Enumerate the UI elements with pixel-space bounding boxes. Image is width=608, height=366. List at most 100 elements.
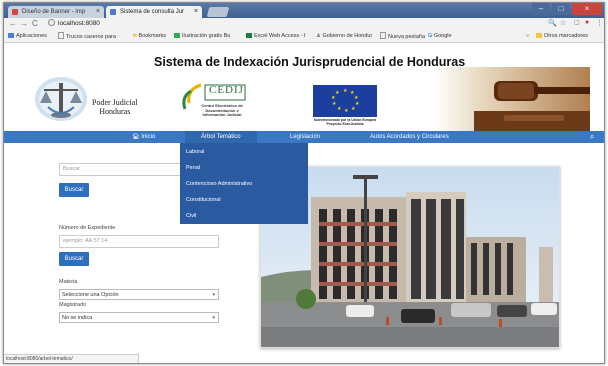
tab-banner[interactable]: Diseño de Banner - imp × (8, 6, 104, 18)
pj-line1: Poder Judicial (92, 98, 138, 107)
excel-icon (246, 33, 252, 38)
bookmarks-bar: Aplicaciones Trucos caseros para ★ Bookm… (4, 31, 604, 43)
address-bar: ← → C localhost:8080 🔍 ☆ ▢ ● ⋮ (4, 18, 604, 32)
chevron-down-icon: ▾ (212, 292, 215, 298)
back-icon[interactable]: ← (9, 19, 17, 28)
bookmark-apps[interactable]: Aplicaciones (8, 32, 47, 41)
gavel-image (434, 67, 590, 131)
materia-value: Seleccione una Opción (62, 292, 119, 298)
close-icon[interactable]: × (96, 6, 100, 18)
bookmark-label: Nueva pestaña (388, 34, 425, 40)
cast-icon[interactable]: ▢ (574, 19, 580, 26)
bookmark-label: Aplicaciones (16, 33, 47, 39)
url-field[interactable]: localhost:8080 (48, 19, 478, 29)
browser-window: Diseño de Banner - imp × Sistema de cons… (3, 2, 605, 364)
folder-icon (536, 33, 542, 38)
site-header: Sistema de Indexación Jurisprudencial de… (4, 43, 604, 131)
menu-icon[interactable]: ⋮ (596, 19, 603, 27)
svg-text:★: ★ (335, 90, 340, 96)
nav-label: Autos Acordados y Circulares (370, 134, 449, 140)
bookmark-excel[interactable]: Excel Web Access - I (246, 32, 306, 41)
pj-text: Poder Judicial Honduras (92, 98, 138, 116)
maximize-button[interactable]: □ (552, 3, 570, 15)
gmail-favicon-icon (12, 9, 18, 15)
zoom-icon[interactable]: 🔍 (548, 19, 557, 27)
bookmark-gobierno[interactable]: ♟ Gobierno de Hondur (316, 32, 372, 41)
search-button[interactable]: Buscar (59, 183, 89, 197)
page-favicon-icon (110, 9, 116, 15)
expediente-input[interactable]: ejemplo: AA 57 14 (59, 235, 219, 248)
expediente-label: Número de Expediente (59, 225, 116, 231)
dropdown-item-laboral[interactable]: Laboral (186, 149, 204, 155)
more-bookmarks-icon[interactable]: » (526, 32, 529, 41)
nav-inicio[interactable]: 🏠︎ Inicio (132, 131, 155, 143)
materia-label: Materia (59, 279, 78, 285)
star-icon[interactable]: ☆ (560, 19, 566, 27)
materia-select[interactable]: Seleccione una Opción ▾ (59, 289, 219, 300)
nav-autos-acordados[interactable]: Autos Acordados y Circulares (370, 131, 449, 143)
bookmark-label: Excel Web Access - I (254, 33, 306, 39)
magistrado-select[interactable]: No se indica ▾ (59, 312, 219, 323)
nav-label: Árbol Temático (201, 134, 241, 140)
dropdown-item-constitucional[interactable]: Constitucional (186, 197, 221, 203)
new-tab-button[interactable] (206, 7, 230, 17)
search-icon[interactable]: ⌕ (590, 131, 594, 143)
page-title: Sistema de Indexación Jurisprudencial de… (154, 55, 466, 69)
pj-line2: Honduras (99, 107, 131, 116)
bookmark-label: Google (433, 33, 452, 39)
home-icon: 🏠︎ (132, 134, 140, 140)
bookmark-label: Gobierno de Hondur (322, 33, 373, 39)
apps-icon (8, 33, 14, 38)
star-icon: ★ (132, 33, 137, 39)
chevron-down-icon: ▾ (212, 315, 215, 321)
url-text: localhost:8080 (58, 20, 100, 27)
magistrado-label: Magistrado (59, 302, 87, 308)
minimize-button[interactable]: – (532, 3, 550, 15)
svg-text:★: ★ (344, 108, 349, 114)
cedij-name: CEDIJ (209, 84, 244, 96)
bookmark-label: Trucos caseros para (66, 34, 116, 40)
bookmark-ilustracion[interactable]: Ilustración gratis Bu (174, 32, 230, 41)
flag-icon: ♟ (316, 33, 321, 39)
nav-arbol-tematico[interactable]: Árbol Temático (185, 131, 257, 143)
cedij-subtitle: Centro Electrónico de Documentación e In… (187, 103, 257, 118)
svg-text:★: ★ (355, 101, 360, 107)
bookmark-google[interactable]: G Google (428, 32, 452, 41)
dropdown-item-civil[interactable]: Civil (186, 213, 196, 219)
arbol-tematico-dropdown: Laboral Penal Contencioso Administrativo… (180, 143, 308, 224)
eu-line2: Proyecto EuroJusticia (326, 122, 364, 126)
dropdown-item-contencioso[interactable]: Contencioso Administrativo (186, 181, 252, 187)
main-nav: 🏠︎ Inicio Árbol Temático Legislación Aut… (4, 131, 604, 143)
close-icon[interactable]: × (194, 6, 198, 18)
search-placeholder: Buscar (63, 166, 81, 172)
bookmark-label: Otros marcadores (544, 33, 589, 39)
image-icon (174, 33, 180, 38)
bookmark-bookmarks[interactable]: ★ Bookmarks (132, 32, 166, 41)
forward-icon[interactable]: → (20, 19, 28, 28)
bookmark-trucos[interactable]: Trucos caseros para (58, 32, 116, 42)
cedij-sub-line: Información Judicial (202, 112, 242, 117)
svg-text:★: ★ (351, 106, 356, 112)
extension-icon[interactable]: ● (585, 19, 589, 26)
expediente-placeholder: ejemplo: AA 57 14 (63, 238, 108, 244)
nav-legislacion[interactable]: Legislación (290, 131, 320, 143)
page-icon (58, 32, 64, 39)
bookmark-otros[interactable]: Otros marcadores (536, 32, 588, 41)
info-icon[interactable] (48, 19, 55, 26)
page-icon (380, 32, 386, 39)
nav-label: Legislación (290, 134, 321, 140)
svg-text:★: ★ (332, 101, 337, 107)
tab-strip: Diseño de Banner - imp × Sistema de cons… (4, 3, 604, 18)
expediente-search-button[interactable]: Buscar (59, 252, 89, 266)
svg-text:★: ★ (343, 88, 348, 94)
tab-sistema[interactable]: Sistema de consulta Jur × (106, 6, 202, 18)
svg-text:★: ★ (337, 106, 342, 112)
nav-label: Inicio (141, 134, 156, 140)
bookmark-nueva[interactable]: Nueva pestaña (380, 32, 425, 42)
reload-icon[interactable]: C (32, 19, 38, 28)
eu-caption: Subvencionado por la Unión Europea Proye… (307, 118, 383, 126)
dropdown-item-penal[interactable]: Penal (186, 165, 200, 171)
close-window-button[interactable]: × (572, 3, 602, 15)
tab-label: Sistema de consulta Jur (120, 9, 185, 15)
bookmark-label: Bookmarks (138, 33, 166, 39)
